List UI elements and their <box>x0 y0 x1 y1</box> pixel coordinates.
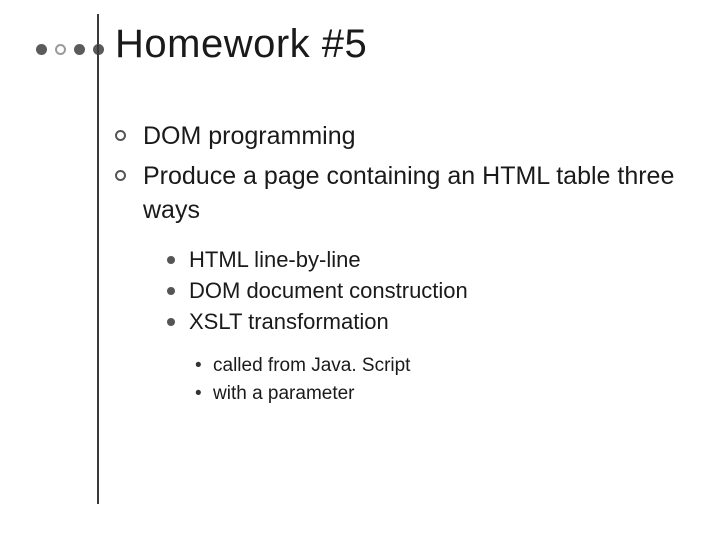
slide-title: Homework #5 <box>115 22 367 67</box>
slide: Homework #5 DOM programming Produce a pa… <box>0 0 720 540</box>
bullet-l3-group: called from Java. Script with a paramete… <box>195 352 690 409</box>
bullet-l2: XSLT transformation <box>167 307 690 338</box>
slide-body: DOM programming Produce a page containin… <box>115 120 690 409</box>
bullet-l1: Produce a page containing an HTML table … <box>115 160 690 228</box>
bullet-l1: DOM programming <box>115 120 690 154</box>
bullet-l2-group: HTML line-by-line DOM document construct… <box>167 245 690 337</box>
bullet-l2: HTML line-by-line <box>167 245 690 276</box>
bullet-l2: DOM document construction <box>167 276 690 307</box>
bullet-l3: called from Java. Script <box>195 352 690 381</box>
decor-dots <box>36 44 104 55</box>
dot-icon <box>36 44 47 55</box>
dot-open-icon <box>55 44 66 55</box>
dot-icon <box>74 44 85 55</box>
vertical-divider <box>97 14 99 504</box>
bullet-l3: with a parameter <box>195 380 690 409</box>
